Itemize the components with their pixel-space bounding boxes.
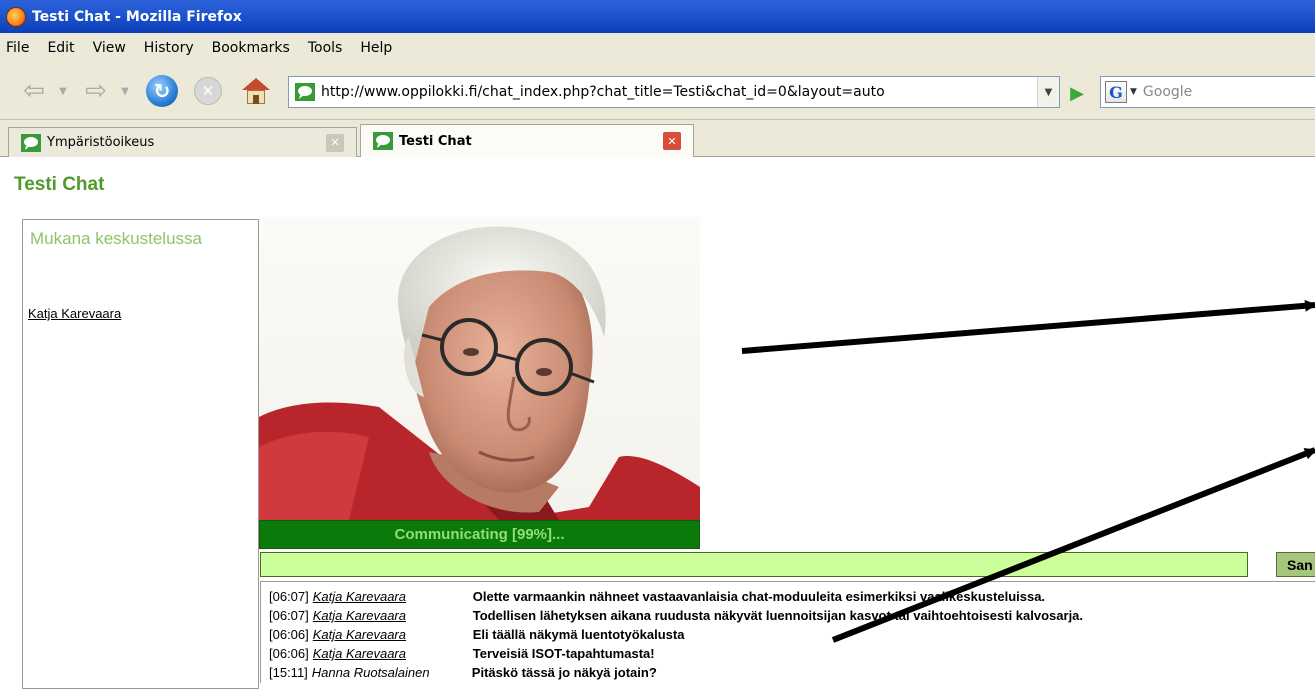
chat-message: [06:07] Katja Karevaara Olette varmaanki… <box>269 588 1045 605</box>
message-time: [15:11] <box>269 665 308 680</box>
stop-icon[interactable]: ✕ <box>188 74 228 108</box>
firefox-icon <box>6 6 26 27</box>
participant-link[interactable]: Katja Karevaara <box>28 306 121 321</box>
message-user-link[interactable]: Hanna Ruotsalainen <box>312 665 472 680</box>
menu-file[interactable]: File <box>6 40 29 56</box>
forward-icon[interactable]: ⇨ <box>76 74 116 108</box>
window-titlebar: Testi Chat - Mozilla Firefox <box>0 0 1315 33</box>
send-button[interactable]: San <box>1276 552 1315 577</box>
tab-label: Ympäristöoikeus <box>47 135 155 150</box>
menu-help[interactable]: Help <box>360 40 392 56</box>
site-favicon-icon <box>295 83 315 101</box>
search-engine-dropdown-icon[interactable]: ▼ <box>1130 87 1137 97</box>
message-text: Olette varmaankin nähneet vastaavanlaisi… <box>472 589 1046 604</box>
window-title: Testi Chat - Mozilla Firefox <box>32 8 242 25</box>
message-user-link[interactable]: Katja Karevaara <box>313 608 473 623</box>
tab-favicon-icon <box>21 133 41 152</box>
status-bar: Communicating [99%]... <box>259 520 700 549</box>
url-dropdown-icon[interactable]: ▼ <box>1037 77 1059 107</box>
url-bar[interactable]: http://www.oppilokki.fi/chat_index.php?c… <box>288 76 1060 108</box>
home-icon[interactable] <box>236 74 276 108</box>
message-user-link[interactable]: Katja Karevaara <box>313 627 473 642</box>
tab-favicon-icon <box>373 132 393 150</box>
message-text: Pitäskö tässä jo näkyä jotain? <box>471 665 657 680</box>
message-time: [06:06] <box>269 646 309 661</box>
back-icon[interactable]: ⇦ <box>14 74 54 108</box>
menu-tools[interactable]: Tools <box>308 40 343 56</box>
menu-view[interactable]: View <box>93 40 126 56</box>
message-text: Terveisiä ISOT-tapahtumasta! <box>472 646 655 661</box>
tab-close-icon[interactable]: ✕ <box>326 133 344 152</box>
message-text: Eli täällä näkymä luentotyökalusta <box>472 627 685 642</box>
message-user-link[interactable]: Katja Karevaara <box>313 646 473 661</box>
menu-edit[interactable]: Edit <box>47 40 74 56</box>
chat-message: [06:06] Katja Karevaara Eli täällä näkym… <box>269 626 684 643</box>
search-placeholder[interactable]: Google <box>1143 84 1192 100</box>
google-icon[interactable]: G <box>1105 81 1127 103</box>
forward-dropdown-icon[interactable]: ▼ <box>118 74 132 108</box>
message-time: [06:07] <box>269 608 309 623</box>
message-time: [06:06] <box>269 627 309 642</box>
message-time: [06:07] <box>269 589 309 604</box>
chat-log: [06:07] Katja Karevaara Olette varmaanki… <box>260 581 1315 683</box>
message-user-link[interactable]: Katja Karevaara <box>313 589 473 604</box>
tab-close-icon[interactable]: ✕ <box>663 132 681 150</box>
tab-label: Testi Chat <box>399 133 472 149</box>
chat-message: [15:11] Hanna Ruotsalainen Pitäskö tässä… <box>269 664 657 681</box>
participants-panel: Mukana keskustelussa Katja Karevaara <box>22 219 259 689</box>
tab-strip: Ympäristöoikeus ✕ Testi Chat ✕ <box>0 120 1315 157</box>
lecturer-portrait-image <box>259 226 700 520</box>
page-title: Testi Chat <box>14 174 105 195</box>
go-icon[interactable]: ▶ <box>1064 80 1090 106</box>
tab-testi-chat[interactable]: Testi Chat ✕ <box>360 124 694 157</box>
menu-bookmarks[interactable]: Bookmarks <box>212 40 290 56</box>
participants-heading: Mukana keskustelussa <box>30 229 202 248</box>
search-box[interactable]: G ▼ Google <box>1100 76 1315 108</box>
message-input[interactable] <box>260 552 1248 577</box>
page-content: Testi Chat Mukana keskustelussa Katja Ka… <box>0 157 1315 689</box>
message-text: Todellisen lähetyksen aikana ruudusta nä… <box>472 608 1084 623</box>
lecturer-video <box>259 217 700 520</box>
chat-message: [06:07] Katja Karevaara Todellisen lähet… <box>269 607 1083 624</box>
url-text[interactable]: http://www.oppilokki.fi/chat_index.php?c… <box>321 84 1037 100</box>
back-dropdown-icon[interactable]: ▼ <box>56 74 70 108</box>
menu-history[interactable]: History <box>144 40 194 56</box>
reload-icon[interactable]: ↻ <box>142 74 182 108</box>
chat-message: [06:06] Katja Karevaara Terveisiä ISOT-t… <box>269 645 655 662</box>
tab-ymparistooikeus[interactable]: Ympäristöoikeus ✕ <box>8 127 357 157</box>
menu-bar: File Edit View History Bookmarks Tools H… <box>0 33 1315 62</box>
